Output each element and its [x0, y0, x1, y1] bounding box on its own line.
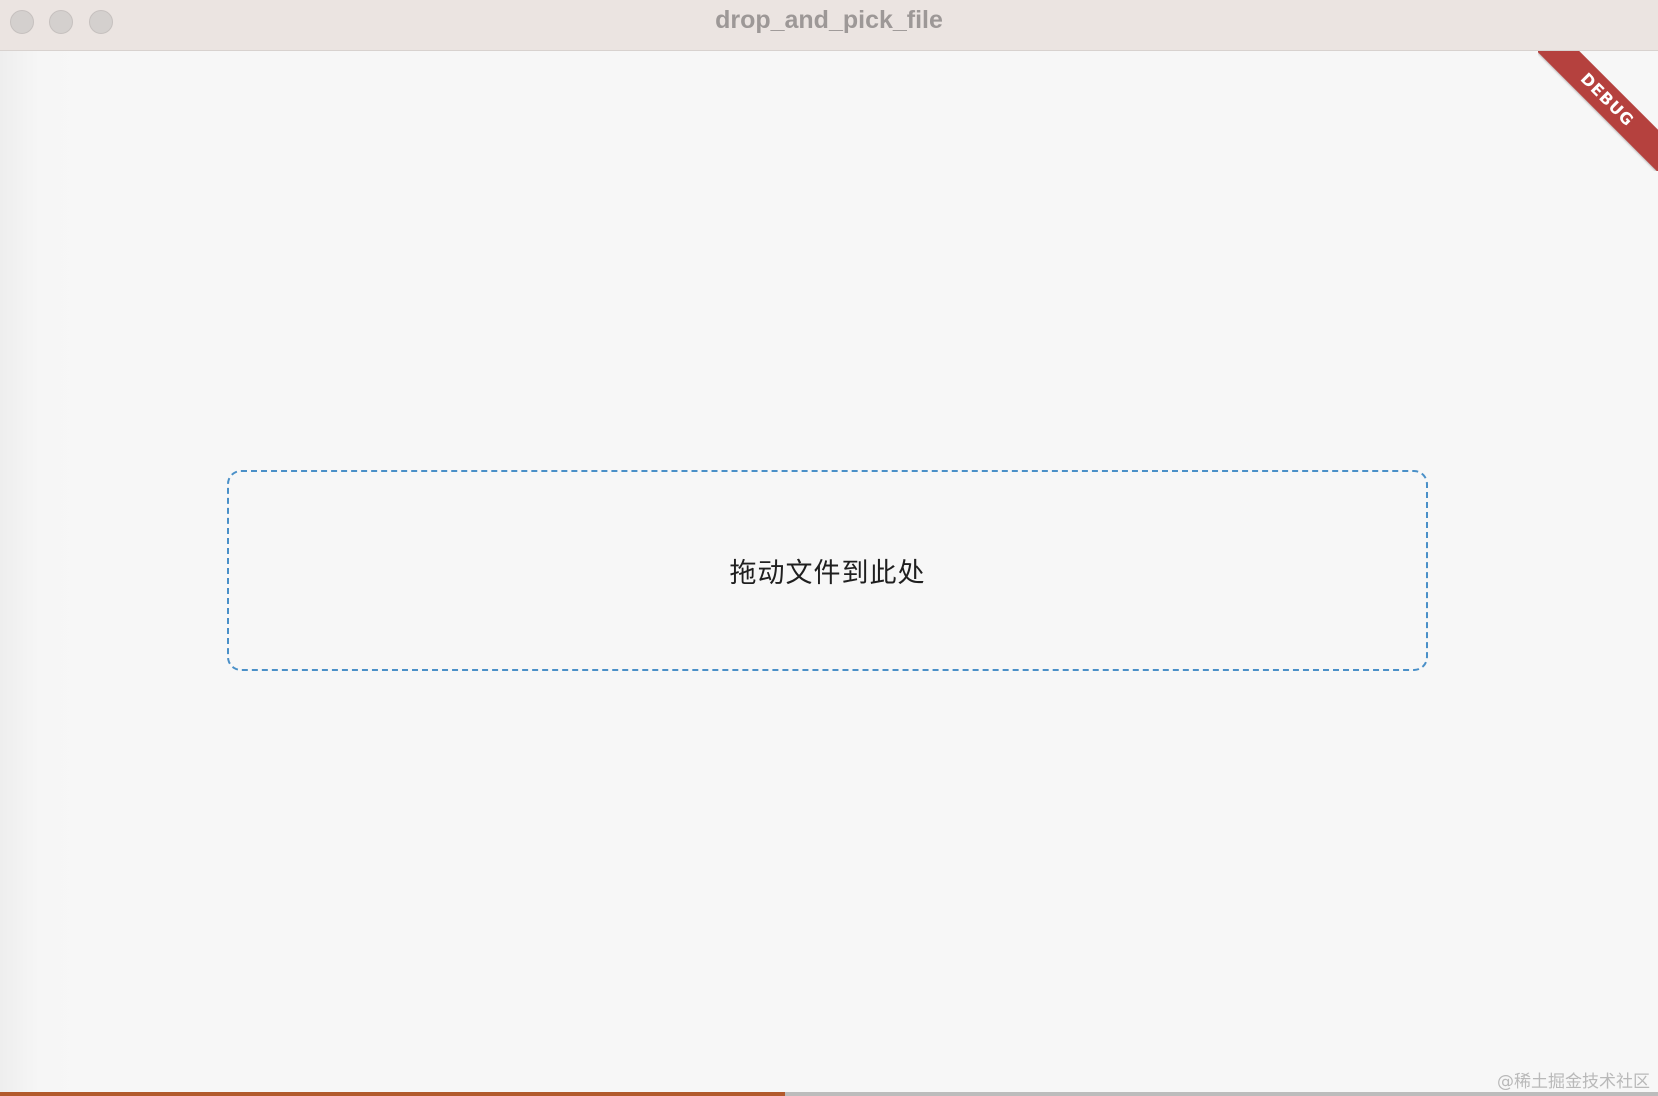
window-title: drop_and_pick_file: [715, 6, 943, 34]
watermark-text: @稀土掘金技术社区: [1497, 1072, 1650, 1092]
app-content: 拖动文件到此处 DEBUG: [0, 51, 1658, 1094]
title-bar[interactable]: drop_and_pick_file: [0, 0, 1658, 51]
debug-banner: DEBUG: [1538, 51, 1658, 171]
bottom-edge-strip: [0, 1092, 1658, 1096]
file-drop-zone[interactable]: 拖动文件到此处: [227, 470, 1428, 671]
debug-banner-label: DEBUG: [1538, 51, 1658, 171]
app-window: drop_and_pick_file 拖动文件到此处 DEBUG @稀土掘金技术…: [0, 0, 1658, 1096]
drop-zone-label: 拖动文件到此处: [729, 558, 926, 589]
